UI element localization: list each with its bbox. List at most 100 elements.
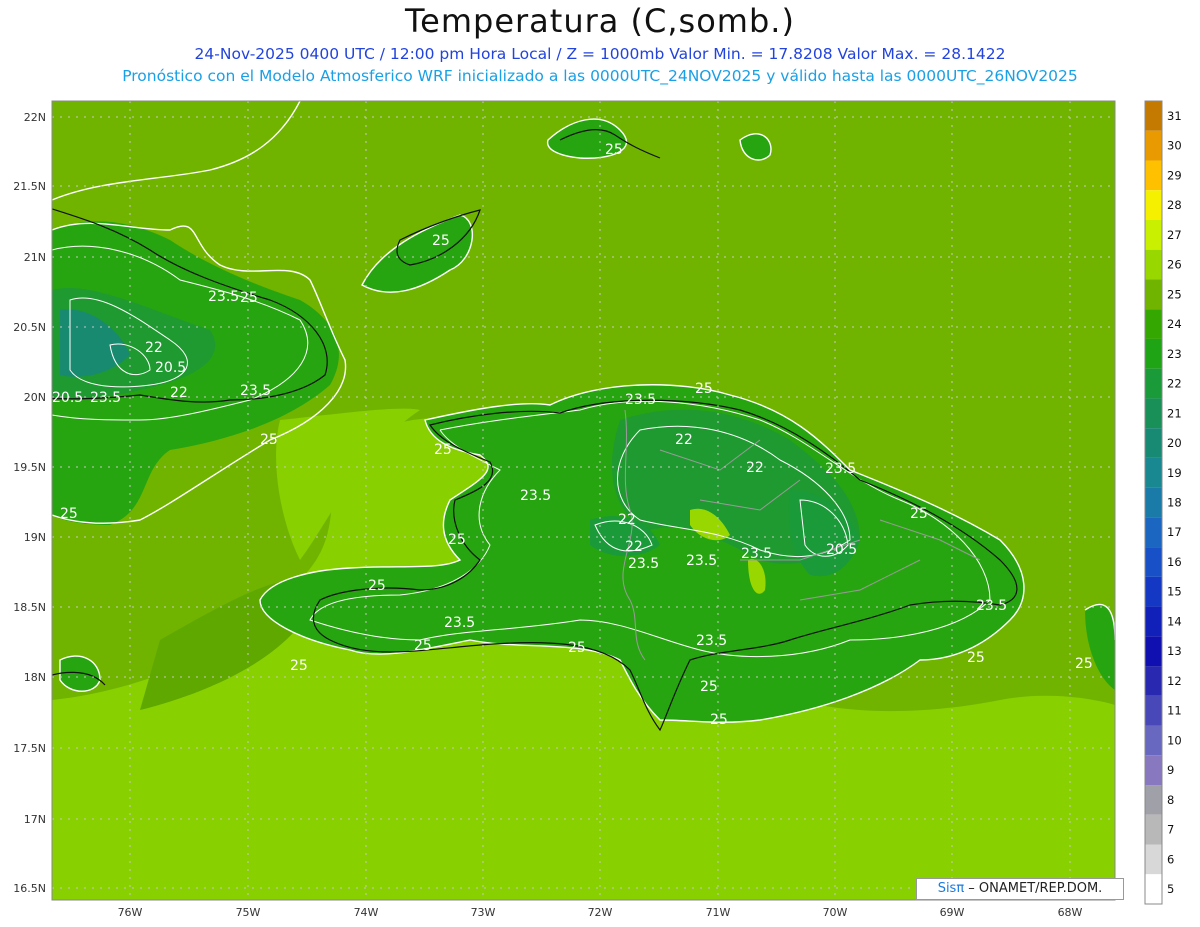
contour-label: 23.5 <box>976 598 1007 614</box>
colorbar-label: 17 <box>1167 525 1182 539</box>
colorbar-label: 30 <box>1167 139 1182 153</box>
contour-label: 22 <box>746 460 764 476</box>
contour-label: 23.5 <box>825 461 856 477</box>
colorbar-label: 20 <box>1167 436 1182 450</box>
contour-label: 25 <box>568 640 586 656</box>
lon-label: 73W <box>471 906 496 919</box>
colorbar-label: 10 <box>1167 733 1182 747</box>
contour-label: 25 <box>605 142 623 158</box>
colorbar-label: 5 <box>1167 882 1174 896</box>
contour-label: 22 <box>675 432 693 448</box>
colorbar-label: 16 <box>1167 555 1182 569</box>
colorbar-swatch <box>1145 309 1162 339</box>
contour-label: 25 <box>434 442 452 458</box>
contour-label: 23.5 <box>520 488 551 504</box>
colorbar-label: 7 <box>1167 823 1174 837</box>
lat-label: 21.5N <box>13 180 46 193</box>
colorbar-label: 25 <box>1167 287 1182 301</box>
contour-label: 23.5 <box>686 553 717 569</box>
colorbar-swatch <box>1145 517 1162 548</box>
colorbar-swatch <box>1145 398 1162 429</box>
contour-label: 20.5 <box>826 542 857 558</box>
lon-label: 75W <box>236 906 261 919</box>
colorbar-label: 6 <box>1167 852 1174 866</box>
colorbar-swatch <box>1145 576 1162 607</box>
colorbar-swatch <box>1145 130 1162 161</box>
colorbar-label: 27 <box>1167 228 1182 242</box>
colorbar-label: 24 <box>1167 317 1182 331</box>
temperature-map: 25 25 23.5 25 22 20.5 22 23.5 20.5 23.5 … <box>13 100 1182 919</box>
lat-label: 21N <box>24 251 46 264</box>
colorbar-swatch <box>1145 666 1162 696</box>
colorbar-label: 29 <box>1167 168 1182 182</box>
contour-label: 25 <box>290 658 308 674</box>
contour-label: 25 <box>432 233 450 249</box>
lon-label: 76W <box>118 906 143 919</box>
lat-label: 17N <box>24 813 46 826</box>
contour-label: 20.5 <box>52 390 83 406</box>
contour-label: 23.5 <box>625 392 656 408</box>
contour-label: 20.5 <box>155 360 186 376</box>
colorbar-swatch <box>1145 279 1162 310</box>
contour-label: 25 <box>414 638 432 654</box>
contour-label: 25 <box>260 432 278 448</box>
colorbar-swatch <box>1145 338 1162 369</box>
lon-label: 72W <box>588 906 613 919</box>
credit-box: Sisπ – ONAMET/REP.DOM. <box>916 878 1124 900</box>
lat-label: 18N <box>24 671 46 684</box>
contour-label: 25 <box>448 532 466 548</box>
colorbar-label: 28 <box>1167 198 1182 212</box>
lon-label: 74W <box>354 906 379 919</box>
contour-label: 25 <box>910 506 928 522</box>
contour-label: 25 <box>368 578 386 594</box>
colorbar-swatch <box>1145 844 1162 875</box>
colorbar-swatch <box>1145 249 1162 280</box>
colorbar-swatch <box>1145 606 1162 637</box>
contour-label: 22 <box>145 340 163 356</box>
lat-label: 19.5N <box>13 461 46 474</box>
lat-label: 20.5N <box>13 321 46 334</box>
colorbar-label: 18 <box>1167 496 1182 510</box>
contour-label: 25 <box>240 290 258 306</box>
colorbar-label: 13 <box>1167 644 1182 658</box>
colorbar-label: 23 <box>1167 347 1182 361</box>
colorbar-label: 9 <box>1167 763 1174 777</box>
colorbar-label: 14 <box>1167 614 1182 628</box>
lon-label: 68W <box>1058 906 1083 919</box>
colorbar-label: 31 <box>1167 109 1182 123</box>
colorbar-label: 19 <box>1167 466 1182 480</box>
colorbar-label: 12 <box>1167 674 1182 688</box>
contour-label: 23.5 <box>628 556 659 572</box>
contour-label: 25 <box>967 650 985 666</box>
credit-text: – ONAMET/REP.DOM. <box>964 881 1103 896</box>
colorbar-swatch <box>1145 190 1162 220</box>
lon-label: 70W <box>823 906 848 919</box>
contour-label: 25 <box>60 506 78 522</box>
contour-label: 22 <box>170 385 188 401</box>
lat-label: 20N <box>24 391 46 404</box>
lon-label: 69W <box>940 906 965 919</box>
colorbar-label: 21 <box>1167 406 1182 420</box>
colorbar-swatch <box>1145 160 1162 191</box>
contour-label: 23.5 <box>696 633 727 649</box>
colorbar-swatch <box>1145 636 1162 667</box>
lat-label: 16.5N <box>13 882 46 895</box>
colorbar-swatch <box>1145 368 1162 399</box>
contour-label: 22 <box>618 512 636 528</box>
colorbar-swatch <box>1145 755 1162 786</box>
contour-label: 25 <box>1075 656 1093 672</box>
colorbar-swatch <box>1145 547 1162 577</box>
lon-label: 71W <box>706 906 731 919</box>
colorbar-swatch <box>1145 457 1162 488</box>
contour-label: 23.5 <box>90 390 121 406</box>
contour-label: 23.5 <box>240 383 271 399</box>
colorbar-swatch <box>1145 101 1162 131</box>
colorbar-swatch <box>1145 725 1162 756</box>
colorbar: 31 30 29 28 27 26 25 24 23 22 21 20 19 18 17 16 15 14 13 12… <box>1144 100 1182 905</box>
colorbar-swatch <box>1145 487 1162 518</box>
contour-label: 25 <box>710 712 728 728</box>
colorbar-label: 8 <box>1167 793 1174 807</box>
contour-label: 23.5 <box>444 615 475 631</box>
colorbar-label: 11 <box>1167 704 1182 718</box>
colorbar-swatch <box>1145 219 1162 250</box>
